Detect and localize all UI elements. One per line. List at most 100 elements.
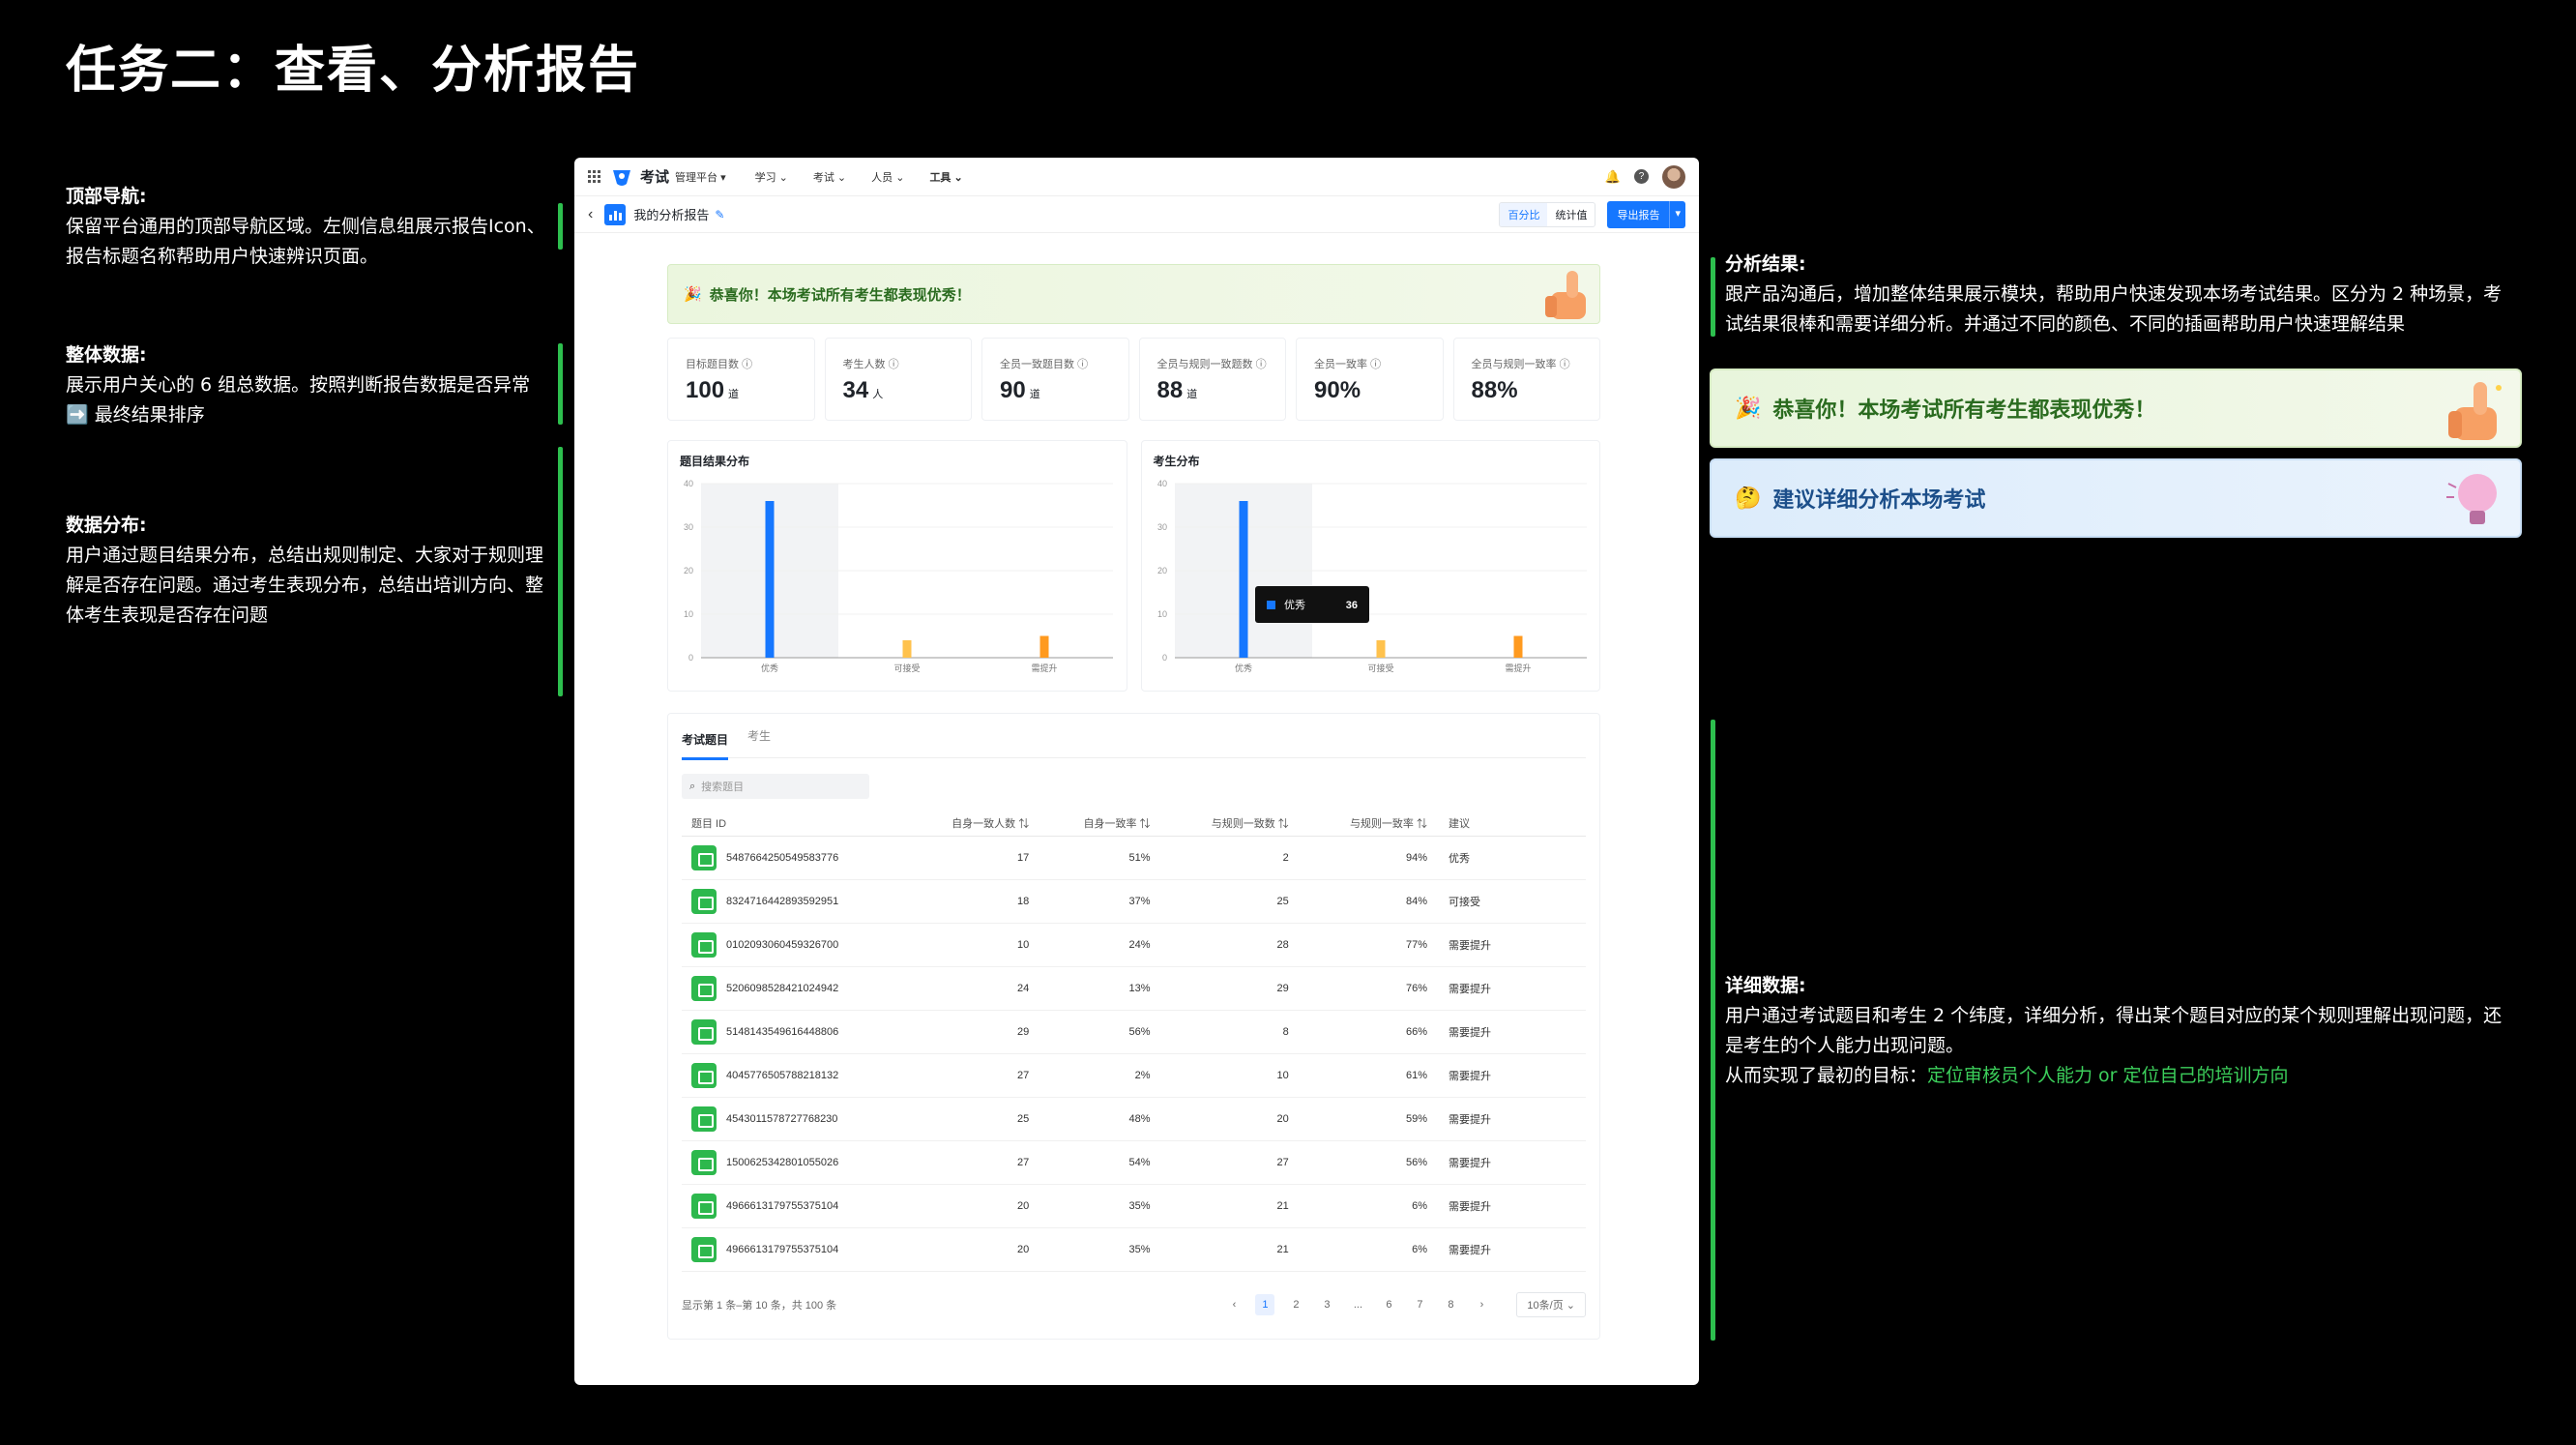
page-size-select[interactable]: 10条/页 ⌄ <box>1516 1292 1586 1317</box>
col-header[interactable]: 与规则一致率 ⇅ <box>1292 811 1431 837</box>
col-header[interactable]: 自身一致人数 ⇅ <box>894 811 1034 837</box>
info-icon[interactable]: ⓘ <box>889 359 899 370</box>
table-row[interactable]: 5487664250549583776 17 51% 2 94% 优秀 <box>682 836 1586 880</box>
question-id-cell: 5487664250549583776 <box>682 836 894 880</box>
table-row[interactable]: 0102093060459326700 10 24% 28 77% 需要提升 <box>682 923 1586 967</box>
note-goal: 从而实现了最初的目标：定位审核员个人能力 or 定位自己的培训方向 <box>1725 1061 2518 1091</box>
menu-tools[interactable]: 工具 ⌄ <box>929 169 962 185</box>
lightbulb-icon <box>2446 474 2497 524</box>
table-row[interactable]: 4966613179755375104 20 35% 21 6% 需要提升 <box>682 1184 1586 1228</box>
stat-label: 目标题目数 ⓘ <box>686 359 753 370</box>
table-row[interactable]: 1500625342801055026 27 54% 27 56% 需要提升 <box>682 1140 1586 1185</box>
question-id: 5148143549616448806 <box>726 1025 839 1038</box>
platform-switcher[interactable]: 管理平台 ▾ <box>675 169 726 185</box>
divider-bar <box>558 203 563 250</box>
banner-text: 恭喜你！本场考试所有考生都表现优秀！ <box>709 286 971 304</box>
y-tick-label: 40 <box>684 479 693 488</box>
goal-text: 定位审核员个人能力 or 定位自己的培训方向 <box>1927 1065 2289 1086</box>
search-placeholder: 搜索题目 <box>701 781 745 793</box>
menu-exam[interactable]: 考试 ⌄ <box>813 169 846 185</box>
search-input[interactable]: ⌕ 搜索题目 <box>682 774 869 799</box>
page-button[interactable]: 7 <box>1410 1294 1429 1315</box>
question-id: 4966613179755375104 <box>726 1243 839 1255</box>
avatar[interactable] <box>1662 164 1685 189</box>
table-cell: 94% <box>1292 836 1431 880</box>
col-header[interactable]: 与规则一致数 ⇅ <box>1154 811 1293 837</box>
menu-people[interactable]: 人员 ⌄ <box>871 169 904 185</box>
y-tick-label: 10 <box>684 609 693 619</box>
table-cell: 21 <box>1154 1227 1293 1272</box>
table-header-row: 题目 ID 自身一致人数 ⇅ 自身一致率 ⇅ 与规则一致数 ⇅ 与规则一致率 ⇅… <box>682 811 1586 837</box>
bar <box>1513 635 1522 658</box>
back-arrow-icon[interactable]: ‹ <box>588 206 593 223</box>
question-id: 5487664250549583776 <box>726 851 839 864</box>
edit-pencil-icon[interactable]: ✎ <box>715 208 724 221</box>
info-icon[interactable]: ⓘ <box>1077 359 1088 370</box>
stat-card: 全员一致题目数 ⓘ 90 道 <box>981 338 1129 421</box>
table-row[interactable]: 8324716442893592951 18 37% 25 84% 可接受 <box>682 879 1586 924</box>
table-cell: 10 <box>894 923 1034 967</box>
tab-examinees[interactable]: 考生 <box>747 727 771 744</box>
page-button[interactable]: 2 <box>1286 1294 1305 1315</box>
table-cell: 13% <box>1033 966 1155 1011</box>
export-dropdown-icon[interactable]: ▾ <box>1669 200 1685 228</box>
next-page-icon[interactable]: › <box>1472 1294 1491 1315</box>
suggestion-cell: 需要提升 <box>1431 923 1586 967</box>
note-body: 跟产品沟通后，增加整体结果展示模块，帮助用户快速发现本场考试结果。区分为 2 种… <box>1725 283 2503 335</box>
nav-right: 🔔 ? <box>1605 164 1685 189</box>
toggle-count[interactable]: 统计值 <box>1547 203 1595 226</box>
result-banner-analyze: 🤔 建议详细分析本场考试 <box>1710 458 2522 538</box>
question-id-cell: 5148143549616448806 <box>682 1010 894 1054</box>
table-row[interactable]: 5206098528421024942 24 13% 29 76% 需要提升 <box>682 966 1586 1011</box>
stat-card: 目标题目数 ⓘ 100 道 <box>667 338 815 421</box>
table-cell: 6% <box>1292 1227 1431 1272</box>
menu-learn[interactable]: 学习 ⌄ <box>755 169 788 185</box>
suggestion-cell: 可接受 <box>1431 879 1586 924</box>
table-row[interactable]: 4966613179755375104 20 35% 21 6% 需要提升 <box>682 1227 1586 1272</box>
questions-table: 题目 ID 自身一致人数 ⇅ 自身一致率 ⇅ 与规则一致数 ⇅ 与规则一致率 ⇅… <box>682 811 1586 1272</box>
page-button[interactable]: ... <box>1348 1294 1367 1315</box>
table-row[interactable]: 5148143549616448806 29 56% 8 66% 需要提升 <box>682 1010 1586 1054</box>
platform-label: 管理平台 <box>675 171 718 184</box>
info-icon[interactable]: ⓘ <box>742 359 752 370</box>
report-header: ‹ 我的分析报告 ✎ 百分比 统计值 导出报告 ▾ <box>574 196 1699 233</box>
divider-bar <box>1711 720 1715 1341</box>
party-icon: 🎉 <box>684 286 702 303</box>
question-id: 1500625342801055026 <box>726 1156 839 1168</box>
toggle-percent[interactable]: 百分比 <box>1500 202 1548 226</box>
detail-tabs: 考试题目 考生 <box>682 714 1586 760</box>
y-tick-label: 20 <box>1156 566 1166 575</box>
question-icon <box>691 1018 717 1045</box>
suggestion-cell: 需要提升 <box>1431 1184 1586 1228</box>
export-button[interactable]: 导出报告 <box>1607 200 1670 228</box>
page-button[interactable]: 6 <box>1379 1294 1398 1315</box>
tooltip-swatch <box>1266 601 1275 609</box>
note-top-nav: 顶部导航: 保留平台通用的顶部导航区域。左侧信息组展示报告Icon、报告标题名称… <box>66 182 549 272</box>
suggestion-cell: 需要提升 <box>1431 966 1586 1011</box>
menu-label: 人员 <box>871 171 893 184</box>
prev-page-icon[interactable]: ‹ <box>1224 1294 1244 1315</box>
help-icon[interactable]: ? <box>1634 169 1649 184</box>
table-row[interactable]: 4543011578727768230 25 48% 20 59% 需要提升 <box>682 1097 1586 1141</box>
page-button[interactable]: 3 <box>1317 1294 1336 1315</box>
question-id-cell: 8324716442893592951 <box>682 879 894 924</box>
stat-label: 全员与规则一致题数 ⓘ <box>1156 359 1267 370</box>
y-tick-label: 30 <box>1156 522 1166 532</box>
thumbs-up-icon <box>2448 382 2502 440</box>
table-cell: 24 <box>894 966 1034 1011</box>
table-row[interactable]: 4045776505788218132 27 2% 10 61% 需要提升 <box>682 1053 1586 1098</box>
table-cell: 27 <box>894 1053 1034 1098</box>
col-header[interactable]: 自身一致率 ⇅ <box>1033 811 1155 837</box>
apps-grid-icon[interactable] <box>588 169 601 184</box>
stat-label: 全员一致率 ⓘ <box>1314 359 1382 370</box>
info-icon[interactable]: ⓘ <box>1256 359 1267 370</box>
bell-icon[interactable]: 🔔 <box>1605 169 1621 185</box>
info-icon[interactable]: ⓘ <box>1370 359 1381 370</box>
tab-questions[interactable]: 考试题目 <box>682 718 729 760</box>
suggestion-cell: 需要提升 <box>1431 1227 1586 1272</box>
info-icon[interactable]: ⓘ <box>1560 359 1570 370</box>
top-nav: 考试 管理平台 ▾ 学习 ⌄ 考试 ⌄ 人员 ⌄ 工具 ⌄ 🔔 ? <box>574 158 1699 196</box>
page-button[interactable]: 1 <box>1255 1294 1275 1315</box>
banner-text: 建议详细分析本场考试 <box>1772 488 1986 513</box>
page-button[interactable]: 8 <box>1441 1294 1460 1315</box>
